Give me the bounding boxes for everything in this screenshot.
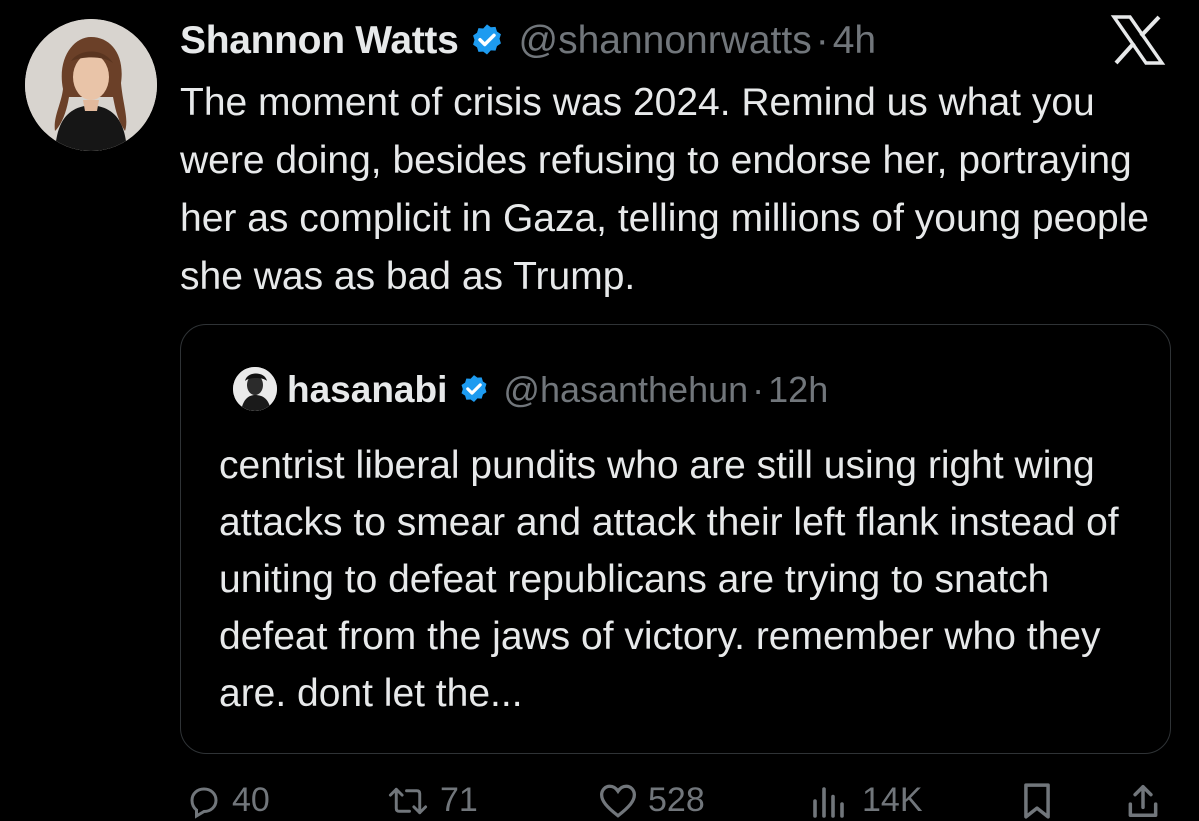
post-time[interactable]: 4h — [833, 19, 876, 63]
avatar-image — [25, 19, 157, 151]
quoted-tweet-header: hasanabi @hasanthehun · 12h — [287, 365, 828, 415]
like-icon — [599, 784, 637, 818]
tweet-text: The moment of crisis was 2024. Remind us… — [180, 81, 1150, 298]
bookmark-icon — [1024, 782, 1050, 819]
author-avatar[interactable] — [25, 19, 157, 151]
reply-count: 40 — [232, 781, 270, 819]
share-icon — [1128, 784, 1158, 817]
like-button[interactable]: 528 — [598, 780, 705, 821]
repost-button[interactable]: 71 — [386, 780, 478, 821]
quoted-tweet[interactable]: hasanabi @hasanthehun · 12h centrist lib… — [180, 324, 1171, 754]
quoted-avatar-image — [233, 367, 277, 411]
author-handle[interactable]: @shannonrwatts — [518, 19, 811, 63]
like-count: 528 — [648, 781, 705, 819]
x-logo-icon — [1110, 14, 1166, 66]
views-button[interactable]: 14K — [808, 780, 923, 821]
views-icon — [813, 786, 844, 818]
author-name[interactable]: Shannon Watts — [180, 19, 459, 63]
quoted-author-handle[interactable]: @hasanthehun — [503, 369, 748, 411]
quoted-author-avatar[interactable] — [233, 367, 277, 411]
tweet-header: Shannon Watts @shannonrwatts · 4h — [180, 16, 876, 66]
quoted-author-name[interactable]: hasanabi — [287, 369, 447, 411]
reply-icon — [190, 786, 218, 819]
repost-count: 71 — [440, 781, 478, 819]
separator-dot: · — [815, 19, 829, 62]
action-bar: 40 71 528 14K — [0, 780, 1199, 821]
quoted-tweet-text: centrist liberal pundits who are still u… — [219, 444, 1119, 715]
verified-badge-icon — [457, 373, 491, 407]
reply-button[interactable]: 40 — [186, 780, 270, 821]
share-button[interactable] — [1124, 780, 1162, 821]
verified-badge-icon — [468, 22, 506, 60]
bookmark-button[interactable] — [1020, 780, 1054, 821]
separator-dot: · — [752, 369, 765, 410]
views-count: 14K — [862, 781, 923, 819]
tweet-card[interactable]: Shannon Watts @shannonrwatts · 4h The mo… — [0, 0, 1199, 821]
repost-icon — [388, 787, 428, 814]
quoted-post-time[interactable]: 12h — [768, 369, 828, 411]
